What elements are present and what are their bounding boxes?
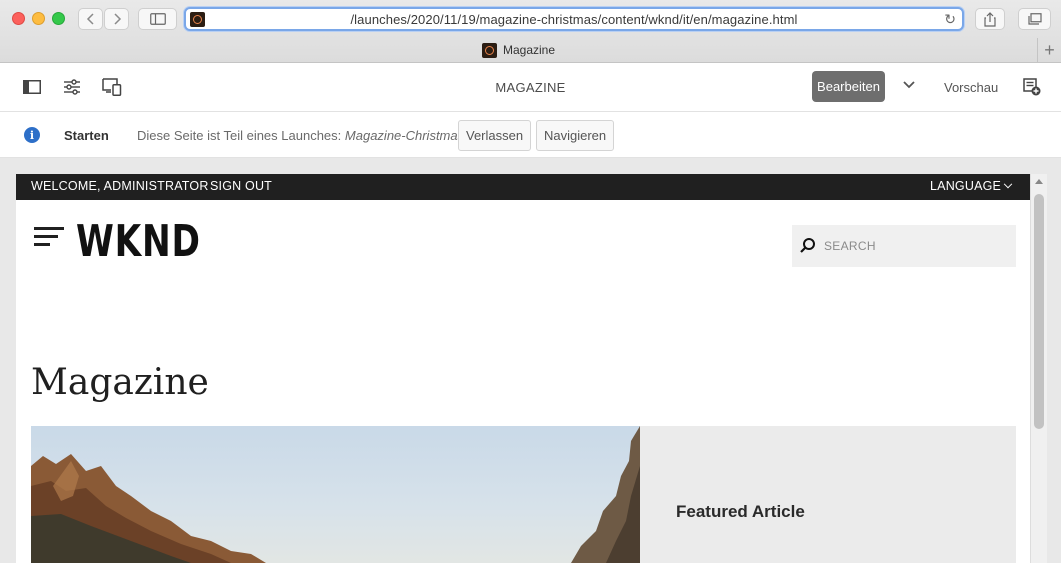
site-logo[interactable]: WKND (76, 220, 201, 264)
scroll-up-arrow-icon[interactable] (1035, 179, 1043, 184)
sidebar-toggle-button[interactable] (138, 8, 177, 30)
leave-launch-button[interactable]: Verlassen (458, 120, 532, 151)
launch-message: Diese Seite ist Teil eines Launches: Mag… (137, 128, 464, 143)
chevron-down-icon (903, 81, 915, 89)
search-input[interactable]: SEARCH (792, 225, 1016, 267)
tab-magazine[interactable]: Magazine (0, 38, 1037, 62)
editor-toolbar: MAGAZINE Bearbeiten Vorschau (0, 63, 1061, 112)
page-heading: Magazine (31, 362, 209, 403)
tab-favicon-icon (481, 42, 497, 58)
tab-strip: Magazine + (0, 38, 1061, 63)
search-placeholder: SEARCH (824, 239, 876, 253)
canyon-photo (31, 426, 640, 563)
launch-start-label: Starten (64, 128, 109, 143)
share-icon (984, 11, 996, 27)
preview-button[interactable]: Vorschau (944, 80, 998, 95)
tab-overview-button[interactable] (1018, 8, 1051, 30)
search-icon (800, 238, 815, 253)
frame-scrollbar[interactable] (1030, 174, 1047, 563)
launch-name: Magazine-Christmas (344, 128, 465, 143)
language-label: LANGUAGE (930, 179, 1002, 193)
tabs-icon (1027, 13, 1042, 25)
address-bar[interactable]: /launches/2020/11/19/magazine-christmas/… (184, 7, 964, 31)
chevron-left-icon (86, 13, 94, 25)
chevron-down-icon (1003, 179, 1013, 189)
launch-message-text: Diese Seite ist Teil eines Launches: (137, 128, 342, 143)
plus-icon: + (1044, 39, 1055, 60)
page-preview-frame: WELCOME, ADMINISTRATOR SIGN OUT LANGUAGE… (16, 174, 1047, 563)
share-button[interactable] (975, 8, 1005, 30)
info-icon: i (24, 127, 40, 143)
url-text: /launches/2020/11/19/magazine-christmas/… (350, 12, 798, 27)
annotate-icon (1023, 78, 1041, 96)
back-button[interactable] (78, 8, 103, 30)
language-selector[interactable]: LANGUAGE (930, 179, 1013, 193)
zoom-window-button[interactable] (52, 12, 65, 25)
tab-title: Magazine (502, 43, 556, 57)
menu-button[interactable] (34, 227, 64, 251)
edit-mode-button[interactable]: Bearbeiten (812, 71, 885, 102)
featured-article-panel: Featured Article (640, 426, 1016, 563)
chevron-right-icon (113, 13, 121, 25)
mode-dropdown-button[interactable] (902, 77, 916, 95)
annotations-button[interactable] (1022, 77, 1042, 97)
featured-article[interactable]: Featured Article (31, 426, 1016, 563)
new-tab-button[interactable]: + (1037, 38, 1061, 62)
featured-article-label: Featured Article (676, 502, 805, 521)
browser-chrome: /launches/2020/11/19/magazine-christmas/… (0, 0, 1061, 63)
featured-article-image (31, 426, 640, 563)
site-top-nav: WELCOME, ADMINISTRATOR SIGN OUT LANGUAGE (16, 174, 1030, 200)
welcome-text: WELCOME, ADMINISTRATOR (31, 179, 209, 193)
sign-out-link[interactable]: SIGN OUT (210, 179, 272, 193)
reload-icon[interactable]: ↻ (944, 11, 956, 28)
sidebar-icon (149, 13, 166, 25)
minimize-window-button[interactable] (32, 12, 45, 25)
navigate-launch-button[interactable]: Navigieren (536, 120, 615, 151)
forward-button[interactable] (104, 8, 129, 30)
scroll-thumb[interactable] (1034, 194, 1044, 429)
launch-info-bar: i Starten Diese Seite ist Teil eines Lau… (0, 112, 1061, 158)
close-window-button[interactable] (12, 12, 25, 25)
